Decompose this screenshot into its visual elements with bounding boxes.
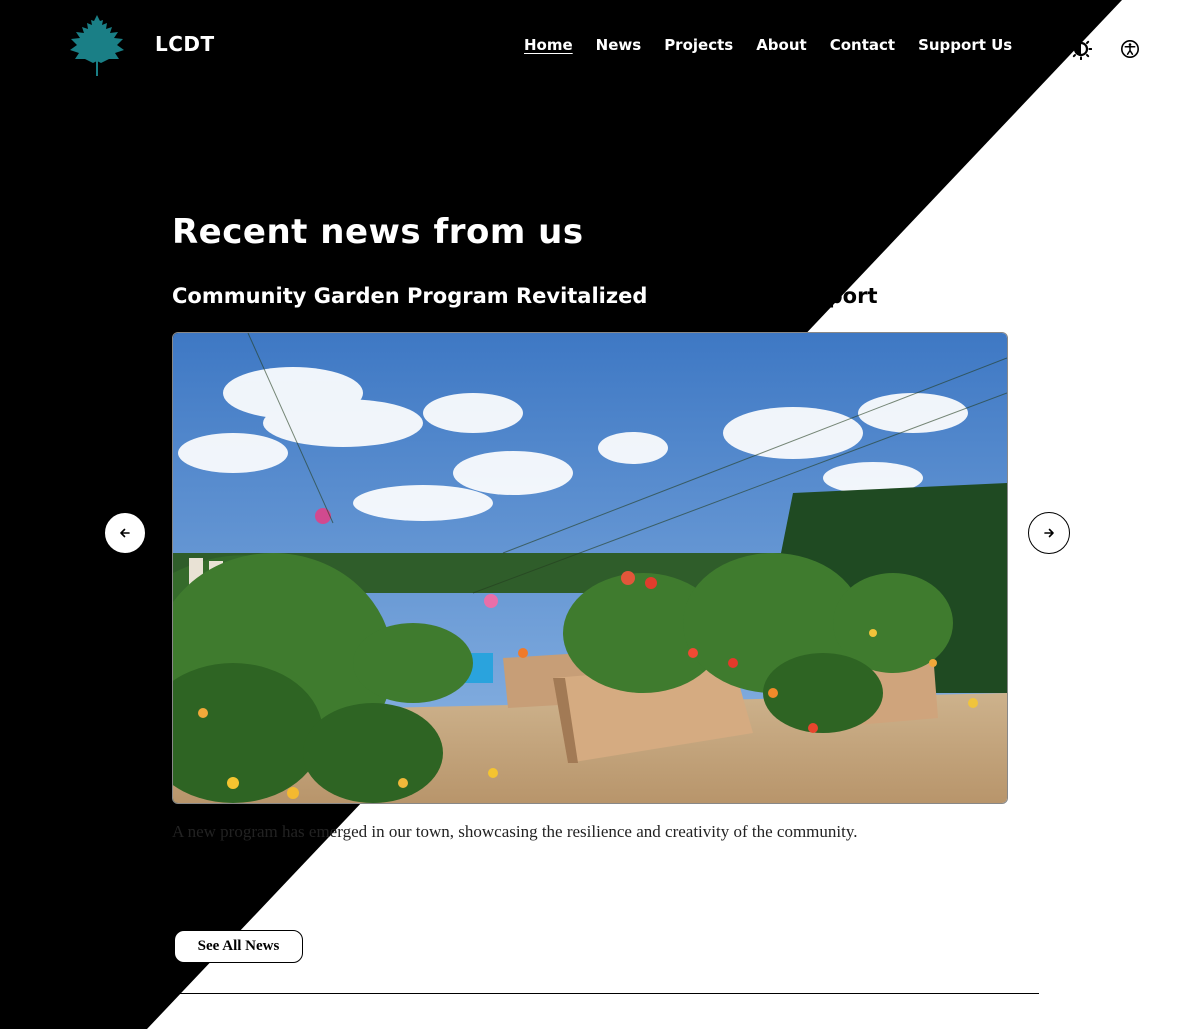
garden-photo <box>173 333 1007 803</box>
see-all-news-button[interactable]: See All News <box>174 930 303 963</box>
accessibility-icon[interactable] <box>1121 40 1139 58</box>
leaf-logo-icon[interactable] <box>69 13 125 77</box>
article-summary: A new program has emerged in our town, s… <box>172 822 858 841</box>
arrow-left-icon <box>120 528 130 538</box>
site-header: LCDT Home News Projects About Contact Su… <box>0 0 1181 95</box>
news-carousel-image[interactable] <box>172 332 1008 804</box>
nav-about[interactable]: About <box>756 36 807 54</box>
nav-news[interactable]: News <box>596 36 642 54</box>
arrow-right-icon <box>1044 528 1054 538</box>
carousel-next-button[interactable] <box>1028 512 1070 554</box>
nav-projects[interactable]: Projects <box>664 36 733 54</box>
nav-contact[interactable]: Contact <box>830 36 895 54</box>
section-heading: Recent news from us <box>172 212 584 252</box>
article-title[interactable]: Community Garden Program Revitalized wit… <box>172 284 877 308</box>
article-title-part: with Local Support <box>647 284 878 308</box>
nav-support-us[interactable]: Support Us <box>918 36 1012 54</box>
carousel-prev-button[interactable] <box>104 512 146 554</box>
main-nav: Home News Projects About Contact Support… <box>524 36 1012 54</box>
article-title-part: Community Garden Program Revitalized <box>172 284 648 308</box>
brand-name[interactable]: LCDT <box>155 32 215 56</box>
nav-home[interactable]: Home <box>524 36 573 54</box>
sun-icon[interactable] <box>1070 38 1092 60</box>
section-divider <box>172 993 1039 994</box>
